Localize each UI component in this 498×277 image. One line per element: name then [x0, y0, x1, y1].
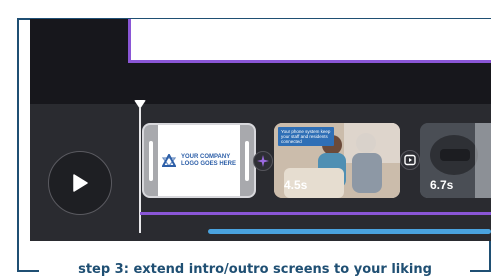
logo-text-line1: YOUR COMPANY — [180, 153, 231, 160]
company-logo-icon — [161, 154, 176, 167]
timeline-track-blue[interactable] — [208, 229, 491, 234]
step-caption: step 3: extend intro/outro screens to yo… — [78, 262, 432, 277]
clip-duration: 4.5s — [284, 178, 308, 192]
clip-overlay-text: Your phone system keep your staff and re… — [278, 127, 334, 146]
clip-intro-logo[interactable]: YOUR COMPANY LOGO GOES HERE — [142, 123, 256, 198]
caption-rule-left — [17, 270, 39, 272]
clip-video-1[interactable]: Your phone system keep your staff and re… — [274, 123, 400, 198]
logo-text: YOUR COMPANY LOGO GOES HERE — [181, 154, 236, 168]
play-icon — [73, 174, 88, 192]
play-button[interactable] — [48, 151, 112, 215]
clip-video-2[interactable]: 6.7s — [420, 123, 491, 198]
transition-icon — [404, 154, 416, 166]
caption-rule-right — [470, 270, 491, 272]
logo-text-line2: LOGO GOES HERE — [180, 160, 236, 167]
video-editor: YOUR COMPANY LOGO GOES HERE Your phone s… — [30, 19, 491, 241]
transition-button-2[interactable] — [400, 150, 420, 170]
clip-duration: 6.7s — [430, 178, 454, 192]
transition-button-1[interactable] — [253, 151, 273, 171]
timeline-track-purple[interactable] — [140, 212, 491, 215]
preview-canvas — [128, 19, 491, 63]
logo-placeholder: YOUR COMPANY LOGO GOES HERE — [158, 125, 240, 196]
clip-trim-handle-left[interactable] — [149, 141, 153, 181]
clip-trim-handle-right[interactable] — [245, 141, 249, 181]
sparkle-icon — [257, 155, 269, 167]
